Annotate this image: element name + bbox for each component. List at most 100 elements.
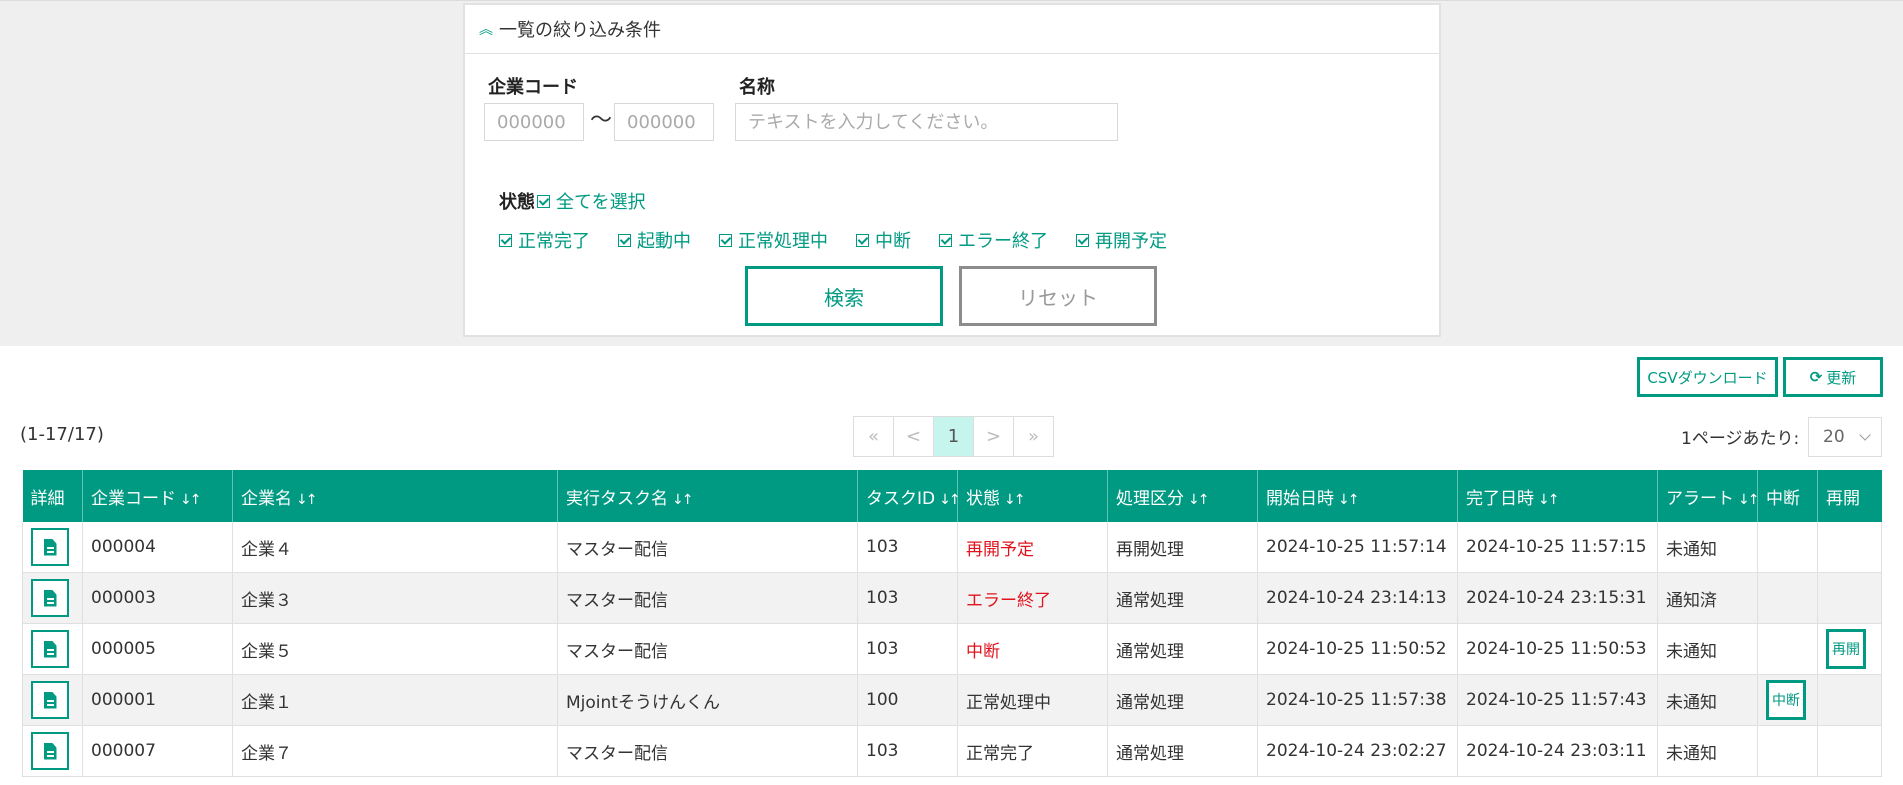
status-checkbox-group: 正常完了 起動中 正常処理中 中断 エラー終了 再開予定 bbox=[499, 227, 1167, 253]
pager-next[interactable]: > bbox=[974, 417, 1014, 456]
task-name-cell: マスター配信 bbox=[557, 725, 858, 777]
filter-panel: ︽ 一覧の絞り込み条件 企業コード 〜 名称 状態 全てを選択 正常完了 起動中… bbox=[463, 3, 1441, 337]
header-resume: 再開 bbox=[1817, 470, 1882, 522]
end-time-cell: 2024-10-24 23:03:11 bbox=[1457, 725, 1658, 777]
header-process-kind[interactable]: 処理区分 ↓↑ bbox=[1107, 470, 1258, 522]
pager-current-page[interactable]: 1 bbox=[934, 417, 974, 456]
table-header-row: 詳細 企業コード ↓↑ 企業名 ↓↑ 実行タスク名 ↓↑ タスクID ↓↑ 状態 ↓↑ 処… bbox=[22, 470, 1882, 522]
search-button[interactable]: 検索 bbox=[745, 266, 943, 326]
sort-icon: ↓↑ bbox=[1338, 491, 1360, 508]
resume-button[interactable]: 再開 bbox=[1826, 629, 1866, 669]
status-cell: 正常完了 bbox=[957, 725, 1108, 777]
result-count: (1-17/17) bbox=[20, 424, 104, 445]
detail-cell bbox=[22, 623, 83, 675]
resume-cell bbox=[1817, 572, 1882, 624]
reset-button[interactable]: リセット bbox=[959, 266, 1157, 326]
company-code-label: 企業コード bbox=[488, 77, 578, 98]
status-select-all: 状態 全てを選択 bbox=[499, 188, 646, 214]
company-name-cell: 企業５ bbox=[232, 623, 558, 675]
end-time-cell: 2024-10-25 11:50:53 bbox=[1457, 623, 1658, 675]
pause-cell bbox=[1757, 725, 1818, 777]
sort-icon: ↓↑ bbox=[296, 491, 318, 508]
detail-button[interactable] bbox=[31, 528, 69, 566]
process-kind-cell: 通常処理 bbox=[1107, 623, 1258, 675]
task-id-cell: 103 bbox=[857, 725, 958, 777]
task-name-cell: マスター配信 bbox=[557, 522, 858, 573]
select-all-checkbox[interactable] bbox=[537, 194, 550, 208]
header-start-time[interactable]: 開始日時 ↓↑ bbox=[1257, 470, 1458, 522]
sort-icon: ↓↑ bbox=[672, 491, 694, 508]
company-code-cell: 000003 bbox=[82, 572, 233, 624]
document-icon bbox=[43, 691, 57, 709]
pager-first[interactable]: « bbox=[854, 417, 894, 456]
csv-download-button[interactable]: CSVダウンロード bbox=[1637, 357, 1778, 397]
detail-cell bbox=[22, 674, 83, 726]
company-code-cell: 000004 bbox=[82, 522, 233, 573]
task-id-cell: 103 bbox=[857, 623, 958, 675]
sort-icon: ↓↑ bbox=[1738, 491, 1760, 508]
checkbox-icon[interactable] bbox=[1076, 233, 1089, 247]
name-input[interactable] bbox=[735, 103, 1118, 141]
task-name-cell: マスター配信 bbox=[557, 623, 858, 675]
header-status[interactable]: 状態 ↓↑ bbox=[957, 470, 1108, 522]
detail-button[interactable] bbox=[31, 732, 69, 770]
pause-cell: 中断 bbox=[1757, 674, 1818, 726]
company-name-cell: 企業７ bbox=[232, 725, 558, 777]
header-company-name[interactable]: 企業名 ↓↑ bbox=[232, 470, 558, 522]
refresh-button[interactable]: ⟳ 更新 bbox=[1783, 357, 1883, 397]
company-code-from-input[interactable] bbox=[484, 103, 584, 141]
per-page-label: 1ページあたり: bbox=[1681, 429, 1800, 449]
per-page-select[interactable]: 20 bbox=[1808, 417, 1882, 457]
company-code-cell: 000001 bbox=[82, 674, 233, 726]
detail-button[interactable] bbox=[31, 579, 69, 617]
process-kind-cell: 通常処理 bbox=[1107, 572, 1258, 624]
company-name-cell: 企業１ bbox=[232, 674, 558, 726]
resume-cell bbox=[1817, 522, 1882, 573]
header-company-code[interactable]: 企業コード ↓↑ bbox=[82, 470, 233, 522]
start-time-cell: 2024-10-24 23:14:13 bbox=[1257, 572, 1458, 624]
status-option-starting[interactable]: 起動中 bbox=[618, 227, 691, 253]
status-option-processing[interactable]: 正常処理中 bbox=[719, 227, 828, 253]
header-task-name[interactable]: 実行タスク名 ↓↑ bbox=[557, 470, 858, 522]
company-name-cell: 企業４ bbox=[232, 522, 558, 573]
checkbox-icon[interactable] bbox=[939, 233, 952, 247]
status-option-resume-scheduled[interactable]: 再開予定 bbox=[1076, 227, 1167, 253]
start-time-cell: 2024-10-25 11:50:52 bbox=[1257, 623, 1458, 675]
pause-cell bbox=[1757, 572, 1818, 624]
refresh-label: 更新 bbox=[1826, 368, 1857, 387]
task-name-cell: マスター配信 bbox=[557, 572, 858, 624]
pager-prev[interactable]: < bbox=[894, 417, 934, 456]
table-row: 000007 企業７ マスター配信 103 正常完了 通常処理 2024-10-24 23:… bbox=[22, 725, 1882, 777]
status-option-paused[interactable]: 中断 bbox=[856, 227, 911, 253]
header-alert[interactable]: アラート ↓↑ bbox=[1657, 470, 1760, 522]
status-option-error[interactable]: エラー終了 bbox=[939, 227, 1048, 253]
document-icon bbox=[43, 538, 57, 556]
filter-title: 一覧の絞り込み条件 bbox=[499, 20, 661, 41]
process-kind-cell: 通常処理 bbox=[1107, 725, 1258, 777]
resume-cell bbox=[1817, 725, 1882, 777]
checkbox-icon[interactable] bbox=[499, 233, 512, 247]
detail-button[interactable] bbox=[31, 681, 69, 719]
table-row: 000005 企業５ マスター配信 103 中断 通常処理 2024-10-25 11:50… bbox=[22, 623, 1882, 675]
company-code-to-input[interactable] bbox=[614, 103, 714, 141]
company-code-cell: 000005 bbox=[82, 623, 233, 675]
header-task-id[interactable]: タスクID ↓↑ bbox=[857, 470, 961, 522]
checkbox-icon[interactable] bbox=[618, 233, 631, 247]
detail-button[interactable] bbox=[31, 630, 69, 668]
range-tilde: 〜 bbox=[590, 108, 613, 133]
task-table: 詳細 企業コード ↓↑ 企業名 ↓↑ 実行タスク名 ↓↑ タスクID ↓↑ 状態 ↓↑ 処… bbox=[22, 470, 1882, 777]
start-time-cell: 2024-10-24 23:02:27 bbox=[1257, 725, 1458, 777]
header-end-time[interactable]: 完了日時 ↓↑ bbox=[1457, 470, 1658, 522]
filter-header[interactable]: ︽ 一覧の絞り込み条件 bbox=[465, 5, 1439, 54]
checkbox-icon[interactable] bbox=[719, 233, 732, 247]
start-time-cell: 2024-10-25 11:57:14 bbox=[1257, 522, 1458, 573]
status-cell: 正常処理中 bbox=[957, 674, 1108, 726]
pager-last[interactable]: » bbox=[1014, 417, 1053, 456]
pause-button[interactable]: 中断 bbox=[1766, 680, 1806, 720]
checkbox-icon[interactable] bbox=[856, 233, 869, 247]
status-option-normal-complete[interactable]: 正常完了 bbox=[499, 227, 590, 253]
pause-cell bbox=[1757, 623, 1818, 675]
status-cell: 中断 bbox=[957, 623, 1108, 675]
alert-cell: 通知済 bbox=[1657, 572, 1758, 624]
select-all-label[interactable]: 全てを選択 bbox=[556, 188, 646, 214]
